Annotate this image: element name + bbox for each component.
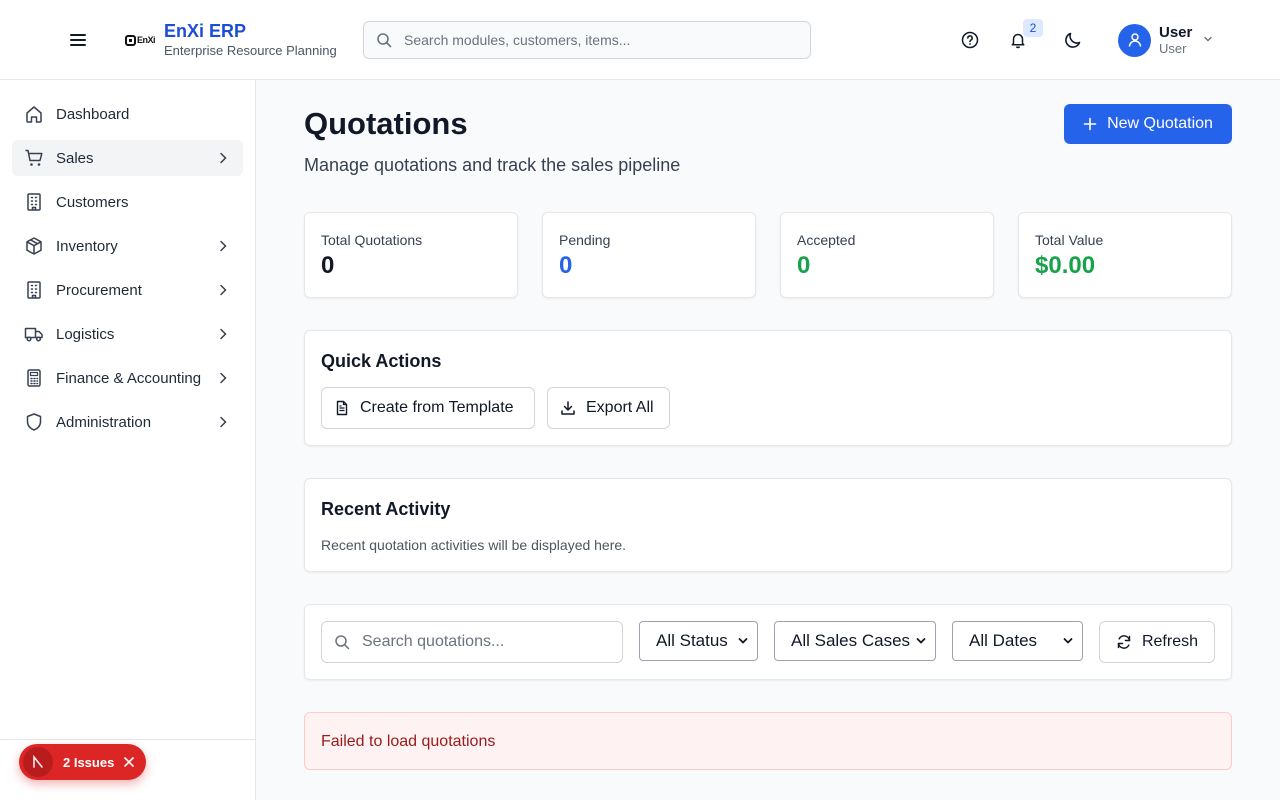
refresh-button-label: Refresh (1141, 633, 1198, 650)
export-button-label: Export All (586, 399, 654, 416)
quotation-search-input[interactable] (362, 633, 612, 651)
download-icon (561, 401, 575, 415)
quick-actions-card: Quick Actions Create from Template Expor… (304, 330, 1232, 446)
error-message: Failed to load quotations (321, 733, 496, 750)
error-alert: Failed to load quotations (304, 712, 1232, 770)
building-icon (24, 280, 44, 300)
sidebar-item-procurement[interactable]: Procurement (12, 272, 243, 308)
top-header: EnXi EnXi ERP Enterprise Resource Planni… (0, 0, 1280, 80)
brand-subtitle: Enterprise Resource Planning (164, 43, 337, 58)
sidebar-item-customers[interactable]: Customers (12, 184, 243, 220)
recent-activity-text: Recent quotation activities will be disp… (321, 537, 627, 553)
cart-icon (24, 148, 44, 168)
moon-icon[interactable] (1061, 28, 1085, 52)
stat-card-accepted: Accepted 0 (780, 212, 994, 298)
brand-title: EnXi ERP (164, 21, 247, 41)
status-filter-value: All Status (656, 631, 728, 650)
issues-badge[interactable]: 2 Issues (19, 744, 146, 780)
stat-label: Total Value (1035, 232, 1104, 248)
brand-logo: EnXi (125, 32, 156, 48)
plus-icon (1083, 117, 1097, 131)
sidebar-item-label: Finance & Accounting (56, 369, 202, 387)
help-icon[interactable] (958, 28, 982, 52)
sidebar-item-finance[interactable]: Finance & Accounting (12, 360, 243, 396)
chevron-right-icon (215, 282, 231, 298)
sidebar: Dashboard Sales Customers Inventory Proc… (0, 80, 256, 800)
sidebar-item-label: Inventory (56, 237, 118, 255)
chevron-right-icon (215, 370, 231, 386)
sidebar-item-logistics[interactable]: Logistics (12, 316, 243, 352)
date-filter-value: All Dates (969, 631, 1038, 650)
sidebar-item-inventory[interactable]: Inventory (12, 228, 243, 264)
stat-value: $0.00 (1035, 252, 1096, 279)
user-role: User (1159, 41, 1187, 56)
search-icon (334, 634, 350, 650)
sidebar-item-label: Procurement (56, 281, 142, 299)
next-logo-icon (23, 747, 53, 777)
shield-icon (24, 412, 44, 432)
building-icon (24, 192, 44, 212)
stat-card-total-value: Total Value $0.00 (1018, 212, 1232, 298)
refresh-button[interactable]: Refresh (1099, 621, 1215, 663)
close-icon[interactable] (122, 755, 136, 769)
chevron-down-icon (1202, 32, 1214, 50)
issues-label: 2 Issues (63, 754, 115, 770)
sidebar-item-dashboard[interactable]: Dashboard (12, 96, 243, 132)
chevron-right-icon (215, 326, 231, 342)
new-quotation-label: New Quotation (1107, 115, 1213, 132)
recent-activity-title: Recent Activity (321, 499, 451, 519)
truck-icon (24, 324, 44, 344)
sidebar-item-administration[interactable]: Administration (12, 404, 243, 440)
search-icon (376, 32, 392, 48)
filters-card: All Status All Sales Cases All Dates Ref… (304, 604, 1232, 680)
stat-value: 0 (321, 252, 335, 279)
status-filter-select[interactable]: All Status (639, 621, 758, 661)
avatar (1118, 23, 1151, 57)
chevron-right-icon (215, 150, 231, 166)
sales-case-filter-select[interactable]: All Sales Cases (774, 621, 936, 661)
global-search[interactable] (363, 21, 811, 59)
stat-card-pending: Pending 0 (542, 212, 756, 298)
sidebar-item-label: Logistics (56, 325, 115, 343)
stat-label: Pending (559, 232, 611, 248)
quotation-search[interactable] (321, 621, 623, 663)
user-menu[interactable]: User User (1118, 23, 1214, 57)
new-quotation-button[interactable]: New Quotation (1064, 104, 1232, 144)
recent-activity-card: Recent Activity Recent quotation activit… (304, 478, 1232, 572)
sidebar-item-label: Dashboard (56, 105, 130, 123)
date-filter-select[interactable]: All Dates (952, 621, 1083, 661)
home-icon (24, 104, 44, 124)
user-name: User (1159, 24, 1193, 41)
create-from-template-button[interactable]: Create from Template (321, 387, 535, 429)
chevron-down-icon (1063, 638, 1073, 644)
quick-actions-title: Quick Actions (321, 351, 442, 371)
stat-label: Accepted (797, 232, 856, 248)
chevron-right-icon (215, 414, 231, 430)
export-all-button[interactable]: Export All (547, 387, 670, 429)
stat-label: Total Quotations (321, 232, 423, 248)
user-icon (1128, 33, 1141, 47)
sidebar-divider (0, 739, 255, 740)
stat-card-total: Total Quotations 0 (304, 212, 518, 298)
sales-case-filter-value: All Sales Cases (791, 631, 911, 650)
sidebar-item-label: Sales (56, 149, 94, 167)
chevron-right-icon (215, 238, 231, 254)
chevron-down-icon (916, 638, 926, 644)
package-icon (24, 236, 44, 256)
notification-count-badge: 2 (1023, 19, 1043, 37)
sidebar-item-label: Administration (56, 413, 152, 431)
template-button-label: Create from Template (360, 399, 514, 416)
sidebar-item-sales[interactable]: Sales (12, 140, 243, 176)
calculator-icon (24, 368, 44, 388)
page-title: Quotations (304, 106, 468, 141)
page-subtitle: Manage quotations and track the sales pi… (304, 155, 681, 175)
sidebar-item-label: Customers (56, 193, 129, 211)
global-search-input[interactable] (404, 32, 794, 48)
file-text-icon (336, 400, 348, 416)
menu-toggle-icon[interactable] (66, 28, 90, 52)
refresh-icon (1117, 635, 1131, 649)
chevron-down-icon (738, 638, 748, 644)
stat-value: 0 (559, 252, 573, 279)
stat-value: 0 (797, 252, 811, 279)
